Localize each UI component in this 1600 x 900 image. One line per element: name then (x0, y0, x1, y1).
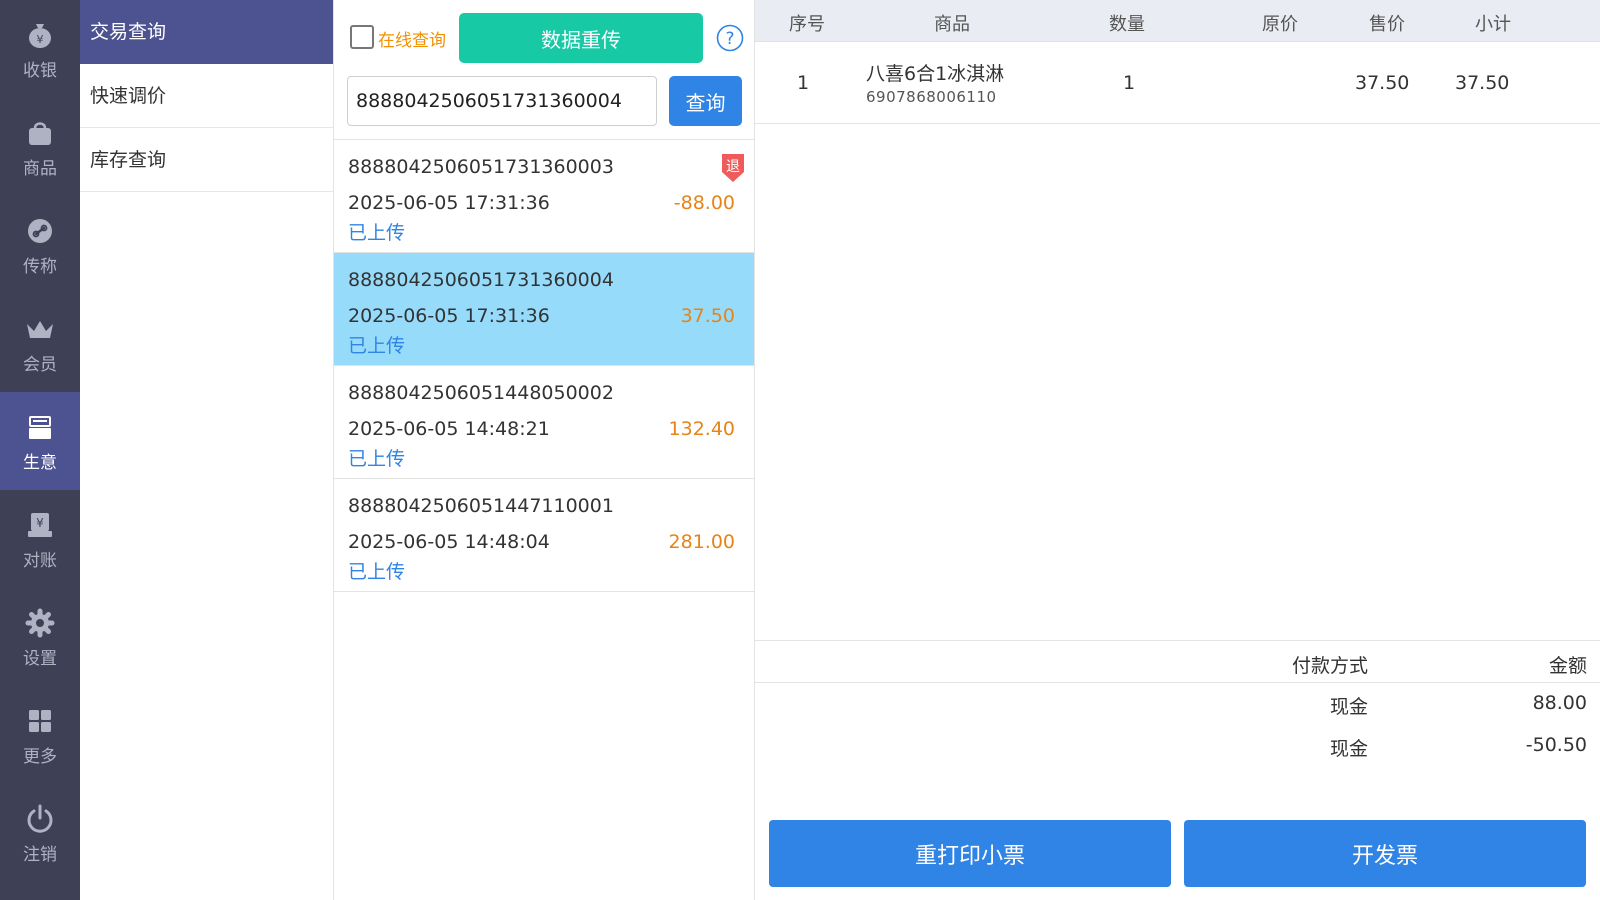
column-header-subtotal: 小计 (1475, 14, 1511, 35)
row-qty: 1 (1123, 72, 1136, 94)
payment-method: 现金 (1329, 696, 1368, 718)
power-icon (27, 804, 53, 833)
nav-item-members[interactable]: 会员 (0, 294, 80, 392)
nav-item-settings[interactable]: 设置 (0, 588, 80, 686)
payment-header: 付款方式 金额 (755, 640, 1600, 683)
transaction-time: 2025-06-05 17:31:36 (348, 192, 550, 214)
nav-label: 商品 (23, 159, 57, 179)
transaction-amount: 37.50 (680, 305, 735, 327)
issue-invoice-button[interactable]: 开发票 (1184, 820, 1586, 887)
transaction-time: 2025-06-05 17:31:36 (348, 305, 550, 327)
transaction-time: 2025-06-05 14:48:21 (348, 418, 550, 440)
column-header-qty: 数量 (1109, 14, 1145, 35)
submenu-item-stock-query[interactable]: 库存查询 (80, 128, 333, 192)
column-header-orig-price: 原价 (1262, 14, 1298, 35)
transaction-item-selected[interactable]: 8888042506051731360004 2025-06-05 17:31:… (334, 253, 754, 366)
main-nav: ¥ 收银 商品 传称 会员 生意 ¥ 对账 设置 更多 注销 (0, 0, 80, 900)
submenu-item-quick-price[interactable]: 快速调价 (80, 64, 333, 128)
svg-text:?: ? (725, 29, 734, 49)
nav-label: 对账 (23, 551, 57, 571)
nav-label: 注销 (23, 845, 57, 865)
transaction-list: 8888042506051731360003 退 2025-06-05 17:3… (334, 139, 754, 592)
shopping-bag-icon (29, 122, 51, 145)
help-icon[interactable]: ? (716, 24, 744, 52)
transaction-item[interactable]: 8888042506051447110001 2025-06-05 14:48:… (334, 479, 754, 592)
row-sale-price: 37.50 (1355, 72, 1410, 94)
transaction-status: 已上传 (348, 561, 406, 583)
nav-label: 生意 (23, 453, 57, 473)
transaction-amount: 132.40 (668, 418, 735, 440)
transaction-search-input[interactable] (347, 76, 657, 126)
transaction-amount: -88.00 (673, 192, 735, 214)
product-barcode: 6907868006110 (866, 88, 997, 106)
transaction-detail-panel: 序号 商品 数量 原价 售价 小计 1 八喜6合1冰淇淋 69078680061… (755, 0, 1600, 900)
payment-method-header: 付款方式 (1291, 655, 1368, 677)
online-query-checkbox[interactable] (350, 25, 374, 49)
refund-badge-text: 退 (726, 159, 740, 175)
nav-label: 设置 (23, 649, 57, 669)
refund-badge-icon: 退 (722, 154, 744, 182)
nav-item-scale[interactable]: 传称 (0, 196, 80, 294)
transaction-item[interactable]: 8888042506051448050002 2025-06-05 14:48:… (334, 366, 754, 479)
nav-label: 会员 (23, 355, 57, 375)
reprint-receipt-button[interactable]: 重打印小票 (769, 820, 1171, 887)
svg-text:¥: ¥ (37, 33, 44, 46)
product-name: 八喜6合1冰淇淋 (866, 63, 1005, 85)
payment-amount: -50.50 (1525, 734, 1587, 756)
transaction-number: 8888042506051448050002 (348, 382, 614, 404)
transactions-panel: 在线查询 数据重传 ? 查询 8888042506051731360003 退 … (334, 0, 755, 900)
column-header-index: 序号 (789, 14, 825, 35)
transaction-status: 已上传 (348, 448, 406, 470)
reconcile-icon: ¥ (28, 513, 52, 537)
grid-icon (29, 710, 51, 732)
nav-label: 收银 (23, 61, 57, 81)
gear-icon (25, 608, 55, 638)
nav-item-cashier[interactable]: ¥ 收银 (0, 0, 80, 98)
query-button[interactable]: 查询 (669, 76, 742, 126)
nav-item-more[interactable]: 更多 (0, 686, 80, 784)
detail-table-row[interactable]: 1 八喜6合1冰淇淋 6907868006110 1 37.50 37.50 (755, 42, 1600, 124)
nav-item-products[interactable]: 商品 (0, 98, 80, 196)
payment-method: 现金 (1329, 738, 1368, 760)
row-subtotal: 37.50 (1455, 72, 1510, 94)
data-reupload-button[interactable]: 数据重传 (459, 13, 703, 63)
nav-label: 更多 (23, 747, 57, 767)
submenu-item-transaction-query[interactable]: 交易查询 (80, 0, 333, 64)
transaction-time: 2025-06-05 14:48:04 (348, 531, 550, 553)
svg-text:¥: ¥ (36, 516, 44, 530)
detail-table-header: 序号 商品 数量 原价 售价 小计 (755, 0, 1600, 42)
transaction-number: 8888042506051731360003 (348, 156, 614, 178)
payment-amount: 88.00 (1532, 692, 1587, 714)
online-query-label[interactable]: 在线查询 (378, 26, 446, 51)
nav-item-business[interactable]: 生意 (0, 392, 80, 490)
money-bag-icon: ¥ (29, 24, 51, 48)
transaction-number: 8888042506051731360004 (348, 269, 614, 291)
row-index: 1 (797, 72, 810, 94)
scale-link-icon (28, 219, 52, 243)
nav-item-reconcile[interactable]: ¥ 对账 (0, 490, 80, 588)
payment-amount-header: 金额 (1548, 655, 1587, 677)
transaction-number: 8888042506051447110001 (348, 495, 614, 517)
column-header-product: 商品 (934, 14, 970, 35)
nav-label: 传称 (23, 257, 57, 277)
transaction-item[interactable]: 8888042506051731360003 退 2025-06-05 17:3… (334, 140, 754, 253)
column-header-sale-price: 售价 (1369, 14, 1405, 35)
transaction-amount: 281.00 (668, 531, 735, 553)
transaction-status: 已上传 (348, 222, 406, 244)
register-icon (29, 416, 51, 439)
business-submenu: 交易查询 快速调价 库存查询 (80, 0, 334, 900)
crown-icon (27, 321, 53, 338)
nav-item-logout[interactable]: 注销 (0, 784, 80, 882)
transaction-status: 已上传 (348, 335, 406, 357)
